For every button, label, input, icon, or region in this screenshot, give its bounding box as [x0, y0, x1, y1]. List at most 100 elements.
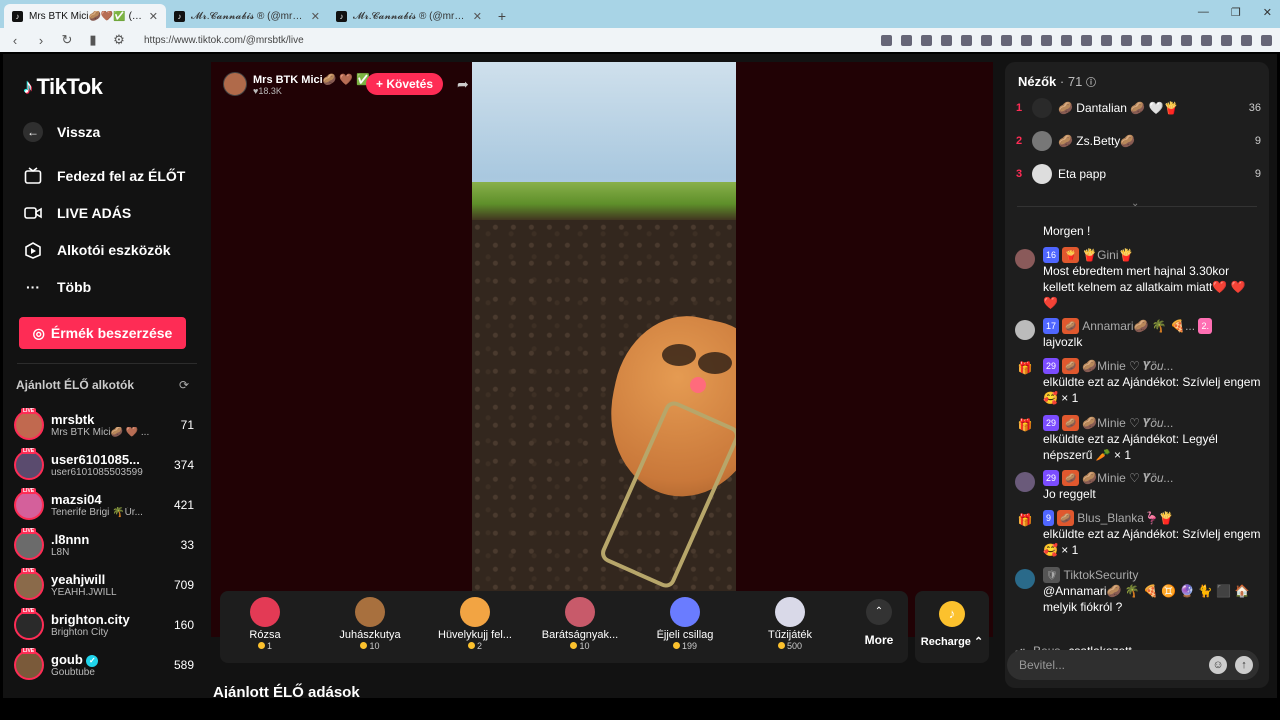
extension-icon[interactable] [1201, 34, 1212, 46]
extension-icon[interactable] [1221, 34, 1232, 46]
extension-icon[interactable] [1181, 34, 1192, 46]
close-tab-icon[interactable]: ✕ [311, 10, 320, 23]
gift-item[interactable]: Tűzijáték 500 [745, 597, 835, 651]
gift-item[interactable]: Juhászkutya 10 [325, 597, 415, 651]
host-avatar[interactable] [223, 72, 247, 96]
night-star-icon [670, 597, 700, 627]
extension-icon[interactable] [921, 34, 932, 46]
message-user[interactable]: 🛡 TiktokSecurity [1043, 567, 1263, 583]
live-stream-video[interactable] [472, 62, 736, 637]
avatar[interactable] [1015, 320, 1035, 340]
extension-icon[interactable] [1001, 34, 1012, 46]
share-icon[interactable]: ➦ [457, 76, 469, 93]
extension-icon[interactable] [901, 34, 912, 46]
tiktok-logo[interactable]: ♪ TikTok [23, 74, 103, 100]
extension-icon[interactable] [881, 34, 892, 46]
extension-icon[interactable] [1061, 34, 1072, 46]
username: 🥔Minie ♡ 𝒀̈𝑜̈𝑢... [1082, 416, 1174, 430]
close-tab-icon[interactable]: ✕ [473, 10, 482, 23]
host-info[interactable]: Mrs BTK Mici🥔 🤎 ✅ ♥18.3K [223, 72, 370, 96]
message-user[interactable]: 17 🥔 Annamari🥔 🌴 🍕... 2. [1043, 318, 1263, 334]
site-settings-icon[interactable]: ⚙ [112, 32, 126, 48]
extension-icon[interactable] [1241, 34, 1252, 46]
message-user[interactable]: 9 🥔 Blus_Blanka🦩🍟 [1043, 510, 1263, 526]
reload-icon[interactable]: ↻ [60, 32, 74, 48]
extension-icon[interactable] [1081, 34, 1092, 46]
message-user[interactable]: 16 🍟 🍟Gini🍟 [1043, 247, 1263, 263]
creator-item[interactable]: LIVE .l8nnn L8N 33 [14, 527, 194, 563]
get-coins-button[interactable]: ◎ Érmék beszerzése [19, 317, 186, 349]
creator-item[interactable]: LIVE yeahjwill YEAHH.JWILL 709 [14, 567, 194, 603]
top-viewer-row[interactable]: 1 🥔 Dantalian 🥔 🤍🍟 36 [1016, 96, 1261, 120]
gift-item[interactable]: Hüvelykujj fel... 2 [430, 597, 520, 651]
message-text: elküldte ezt az Ajándékot: Szívlelj enge… [1043, 375, 1261, 405]
browser-tab-2[interactable]: ♪ 𝓜𝓻.𝓒𝓪𝓷𝓷𝓪𝓫𝓲𝓼 ® (@mrcannabis_) ✕ [166, 4, 328, 28]
browser-tab-1[interactable]: ♪ Mrs BTK Mici🥔🤎✅ (@m ✕ [4, 4, 166, 28]
recharge-button[interactable]: ♪ Recharge ⌃ [915, 591, 989, 663]
new-tab-button[interactable]: + [490, 4, 514, 28]
creator-tools-nav-item[interactable]: Alkotói eszközök [23, 240, 171, 260]
follow-button[interactable]: + Követés [366, 73, 444, 95]
close-tab-icon[interactable]: ✕ [149, 10, 158, 23]
creator-item[interactable]: LIVE user6101085... user6101085503599 374 [14, 447, 194, 483]
maximize-icon[interactable]: ❐ [1231, 6, 1241, 19]
tiktok-favicon-icon: ♪ [174, 10, 185, 22]
extension-icon[interactable] [1101, 34, 1112, 46]
nav-label: Több [57, 279, 92, 295]
extension-icon[interactable] [1041, 34, 1052, 46]
creator-item[interactable]: LIVE mrsbtk Mrs BTK Mici🥔 🤎 ... 71 [14, 407, 194, 443]
info-icon[interactable]: ⓘ [1086, 78, 1096, 89]
go-live-nav-item[interactable]: LIVE ADÁS [23, 203, 131, 223]
live-badge: LIVE [21, 648, 37, 654]
url-field[interactable]: https://www.tiktok.com/@mrsbtk/live [144, 35, 869, 46]
top-viewer-row[interactable]: 3 Eta papp 9 [1016, 162, 1261, 186]
extension-icon[interactable] [1161, 34, 1172, 46]
avatar[interactable] [1015, 472, 1035, 492]
send-icon[interactable]: ↑ [1235, 656, 1253, 674]
more-dots-icon: ··· [26, 279, 40, 295]
refresh-icon[interactable]: ⟳ [179, 378, 189, 392]
more-nav-item[interactable]: ··· Több [23, 277, 91, 297]
tab-title: 𝓜𝓻.𝓒𝓪𝓷𝓷𝓪𝓫𝓲𝓼 ® (@mrcannabis_) [191, 10, 305, 22]
emoji-icon[interactable]: ☺ [1209, 656, 1227, 674]
minimize-icon[interactable]: — [1198, 6, 1209, 19]
message-user[interactable]: 29 🥔 🥔Minie ♡ 𝒀̈𝑜̈𝑢... [1043, 470, 1263, 486]
potato-eye [662, 344, 696, 366]
tiktok-favicon-icon: ♪ [336, 10, 347, 22]
avatar[interactable] [1015, 569, 1035, 589]
message-user[interactable]: 29 🥔 🥔Minie ♡ 𝒀̈𝑜̈𝑢... [1043, 358, 1263, 374]
extension-icon[interactable] [1261, 34, 1272, 46]
extension-icon[interactable] [1121, 34, 1132, 46]
extension-icon[interactable] [1141, 34, 1152, 46]
gift-box-icon: 🎁 [1017, 513, 1033, 527]
gift-item[interactable]: Rózsa 1 [220, 597, 310, 651]
creator-item[interactable]: LIVE brighton.city Brighton City 160 [14, 607, 194, 643]
gift-message: 🎁 29 🥔 🥔Minie ♡ 𝒀̈𝑜̈𝑢... elküldte ezt az A… [1015, 358, 1263, 406]
extension-icon[interactable] [941, 34, 952, 46]
back-icon[interactable]: ‹ [8, 33, 22, 48]
chat-input[interactable] [1019, 658, 1209, 672]
forward-icon[interactable]: › [34, 33, 48, 48]
extension-icon[interactable] [961, 34, 972, 46]
explore-live-nav-item[interactable]: Fedezd fel az ÉLŐT [23, 166, 185, 186]
avatar: LIVE [14, 488, 44, 520]
extension-icon[interactable] [981, 34, 992, 46]
avatar[interactable] [1015, 249, 1035, 269]
close-window-icon[interactable]: ✕ [1263, 6, 1272, 19]
gift-item[interactable]: Barátságnyak... 10 [535, 597, 625, 651]
extension-icon[interactable] [1021, 34, 1032, 46]
bookmark-icon[interactable]: ▮ [86, 32, 100, 48]
more-gifts-button[interactable]: ⌃ More [860, 599, 898, 647]
browser-tab-3[interactable]: ♪ 𝓜𝓻.𝓒𝓪𝓷𝓷𝓪𝓫𝓲𝓼 ® (@mrcannabis_) ✕ [328, 4, 490, 28]
gift-name: Juhászkutya [339, 629, 401, 641]
chevron-down-icon[interactable]: ⌄ [1131, 198, 1139, 209]
creator-item[interactable]: LIVE goub ✓ Goubtube 589 [14, 647, 194, 683]
back-nav-item[interactable]: ← Vissza [23, 122, 100, 142]
gift-item[interactable]: Éjjeli csillag 199 [640, 597, 730, 651]
creator-item[interactable]: LIVE mazsi04 Tenerife Brigi 🌴Úr... 421 [14, 487, 194, 523]
viewer-count: 421 [173, 498, 194, 512]
message-user[interactable]: 29 🥔 🥔Minie ♡ 𝒀̈𝑜̈𝑢... [1043, 415, 1263, 431]
top-viewer-row[interactable]: 2 🥔 Zs.Betty🥔 9 [1016, 129, 1261, 153]
viewer-score: 9 [1254, 168, 1261, 180]
gift-price: 10 [325, 641, 415, 651]
